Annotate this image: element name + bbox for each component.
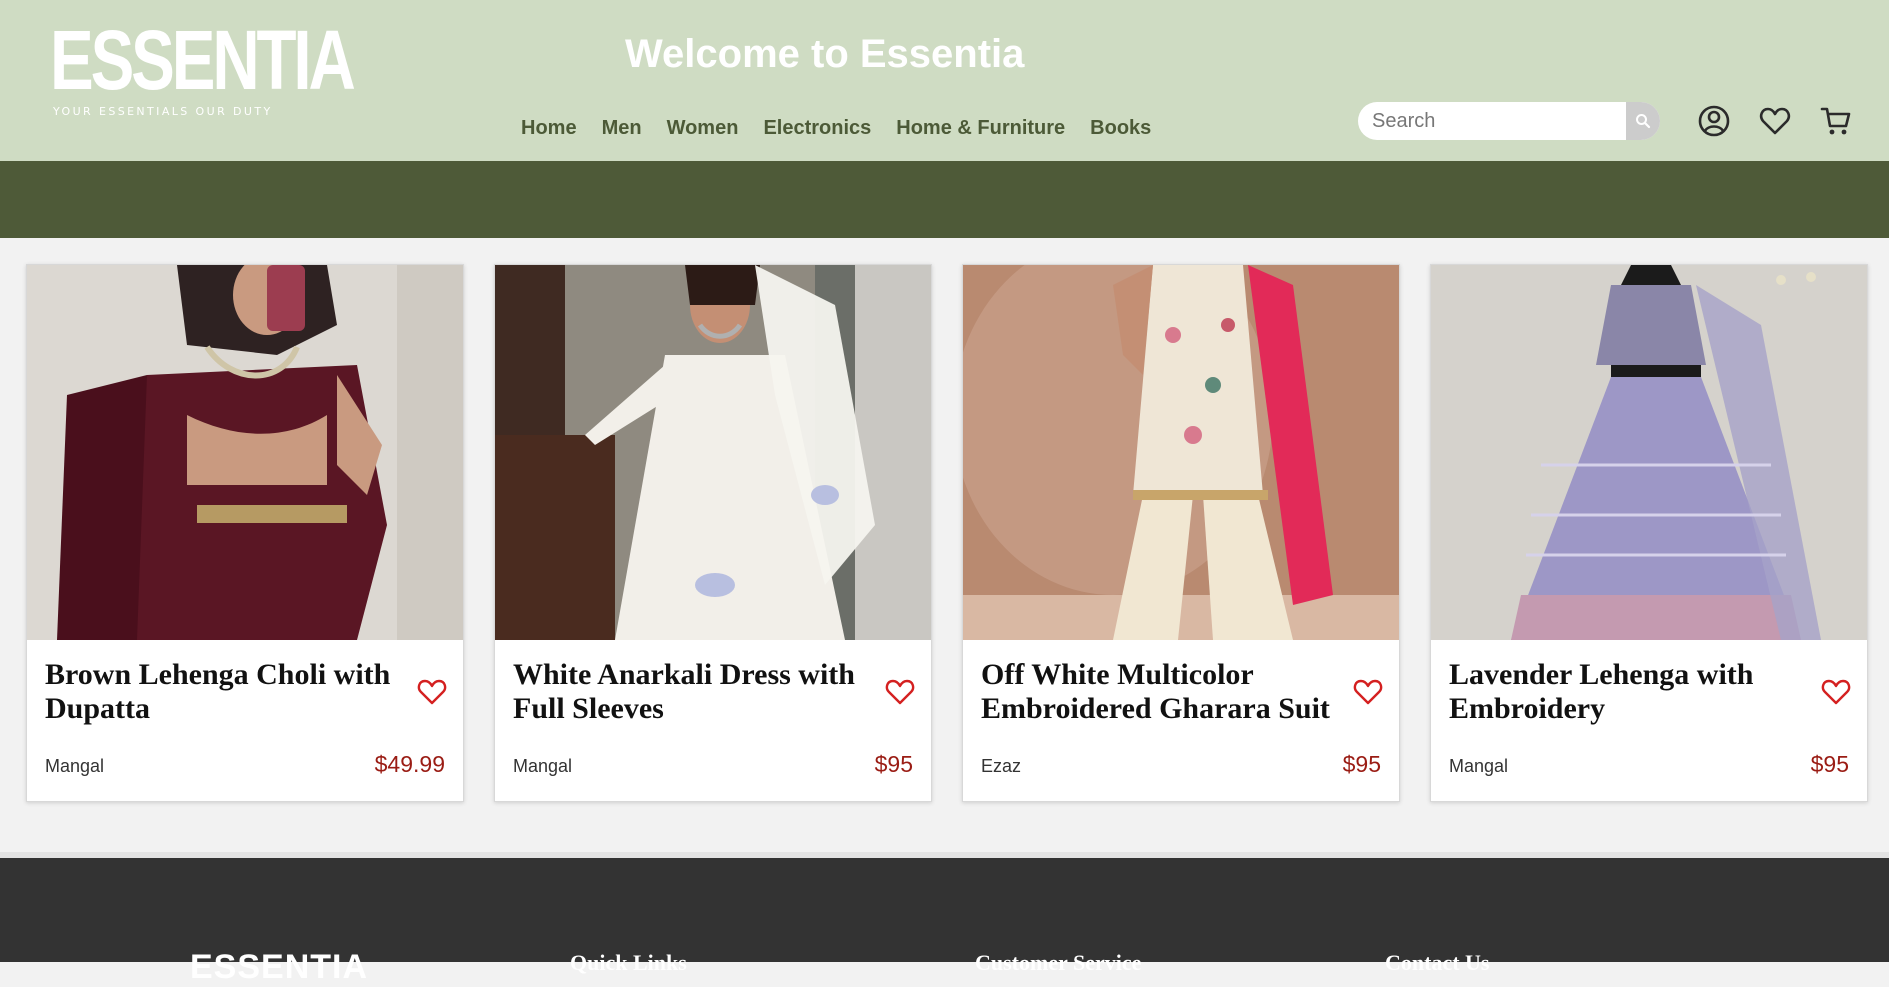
site-footer: ESSENTIA Quick Links Customer Service Co… [0,852,1889,986]
banner-band [0,161,1889,238]
product-brand: Mangal [513,756,573,776]
account-icon[interactable] [1697,104,1731,138]
product-brand: Mangal [45,756,105,776]
product-card[interactable]: White Anarkali Dress with Full Sleeves M… [494,264,932,802]
nav-home[interactable]: Home [521,117,577,140]
nav-women[interactable]: Women [667,117,739,140]
product-price: $95 [1810,751,1849,777]
wishlist-heart-icon[interactable] [1821,678,1851,706]
essentia-logo[interactable]: ESSENTIA YOUR ESSENTIALS OUR DUTY [50,18,356,123]
logo-wordmark: ESSENTIA [50,13,356,107]
product-price: $95 [1342,751,1381,777]
product-price: $49.99 [374,751,445,777]
nav-men[interactable]: Men [602,117,642,140]
product-brand: Mangal [1449,756,1509,776]
cart-icon[interactable] [1819,104,1853,138]
wishlist-heart-icon[interactable] [1353,678,1383,706]
footer-heading-contact: Contact Us [1385,950,1490,975]
product-image[interactable] [495,265,931,640]
product-card[interactable]: Off White Multicolor Embroidered Gharara… [962,264,1400,802]
footer-logo[interactable]: ESSENTIA [190,948,368,987]
product-title[interactable]: Off White Multicolor Embroidered Gharara… [981,658,1341,726]
wishlist-heart-icon[interactable] [417,678,447,706]
nav-electronics[interactable]: Electronics [763,117,871,140]
nav-books[interactable]: Books [1090,117,1151,140]
product-card[interactable]: Brown Lehenga Choli with Dupatta Mangal … [26,264,464,802]
logo-tagline: YOUR ESSENTIALS OUR DUTY [53,105,273,118]
welcome-title: Welcome to Essentia [625,32,1025,76]
product-title[interactable]: Brown Lehenga Choli with Dupatta [45,658,405,726]
product-image[interactable] [1431,265,1867,640]
product-image[interactable] [27,265,463,640]
wishlist-heart-icon[interactable] [885,678,915,706]
main-nav: Home Men Women Electronics Home & Furnit… [521,117,1176,140]
footer-heading-quick-links: Quick Links [570,950,687,975]
product-title[interactable]: Lavender Lehenga with Embroidery [1449,658,1809,726]
nav-home-furniture[interactable]: Home & Furniture [896,117,1065,140]
footer-heading-customer-service: Customer Service [975,950,1142,975]
search-icon [1636,114,1651,129]
product-card[interactable]: Lavender Lehenga with Embroidery Mangal … [1430,264,1868,802]
product-title[interactable]: White Anarkali Dress with Full Sleeves [513,658,873,726]
search-button[interactable] [1626,102,1660,140]
site-header: ESSENTIA YOUR ESSENTIALS OUR DUTY Welcom… [0,0,1889,161]
search-input[interactable] [1358,102,1620,140]
product-price: $95 [874,751,913,777]
product-brand: Ezaz [981,756,1022,776]
wishlist-heart-icon[interactable] [1758,104,1792,138]
product-image[interactable] [963,265,1399,640]
search-bar [1358,102,1660,140]
